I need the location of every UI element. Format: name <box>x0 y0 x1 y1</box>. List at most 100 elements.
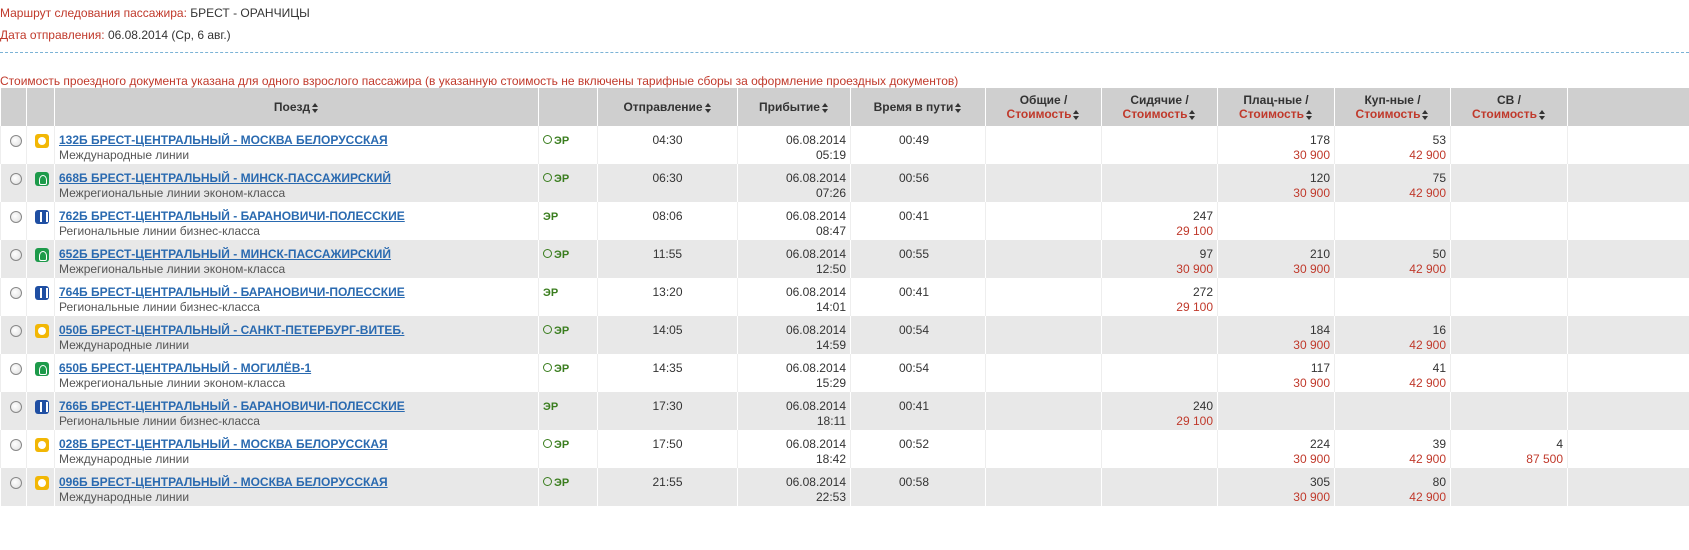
sort-icon[interactable] <box>821 102 829 114</box>
train-radio[interactable] <box>10 363 22 375</box>
departure-time: 08:06 <box>652 209 683 223</box>
train-link[interactable]: 028Б БРЕСТ-ЦЕНТРАЛЬНЫЙ - МОСКВА БЕЛОРУСС… <box>59 437 388 451</box>
arrival-time: 12:50 <box>815 262 846 276</box>
er-label: ЭР <box>554 135 570 147</box>
train-link[interactable]: 762Б БРЕСТ-ЦЕНТРАЛЬНЫЙ - БАРАНОВИЧИ-ПОЛЕ… <box>59 209 405 223</box>
header-departure[interactable]: Отправление <box>597 88 738 126</box>
seat-price: 30 900 <box>1293 490 1330 504</box>
train-radio[interactable] <box>10 287 22 299</box>
econ-train-icon <box>35 362 49 376</box>
departure-date-label: Дата отправления: <box>0 28 105 42</box>
seat-price: 42 900 <box>1409 490 1446 504</box>
cell-travel-time: 00:52 <box>850 430 986 468</box>
cell-select <box>0 392 27 430</box>
train-link[interactable]: 096Б БРЕСТ-ЦЕНТРАЛЬНЫЙ - МОСКВА БЕЛОРУСС… <box>59 475 388 489</box>
sort-icon[interactable] <box>1072 109 1080 121</box>
train-radio[interactable] <box>10 173 22 185</box>
intl-train-icon <box>35 324 49 338</box>
header-coupe[interactable]: Куп-ные / Стоимость <box>1334 88 1451 126</box>
table-row: 764Б БРЕСТ-ЦЕНТРАЛЬНЫЙ - БАРАНОВИЧИ-ПОЛЕ… <box>0 278 1689 316</box>
travel-time: 00:54 <box>899 323 930 337</box>
train-link[interactable]: 132Б БРЕСТ-ЦЕНТРАЛЬНЫЙ - МОСКВА БЕЛОРУСС… <box>59 133 388 147</box>
seats-count: 53 <box>1432 133 1446 147</box>
sort-icon[interactable] <box>1421 109 1429 121</box>
cell-train: 668Б БРЕСТ-ЦЕНТРАЛЬНЫЙ - МИНСК-ПАССАЖИРС… <box>54 164 539 202</box>
cell-platz: 305 30 900 <box>1217 468 1335 506</box>
sort-icon[interactable] <box>311 102 319 114</box>
header-arrival[interactable]: Прибытие <box>737 88 851 126</box>
train-link[interactable]: 766Б БРЕСТ-ЦЕНТРАЛЬНЫЙ - БАРАНОВИЧИ-ПОЛЕ… <box>59 399 405 413</box>
header-general[interactable]: Общие / Стоимость <box>985 88 1102 126</box>
travel-time: 00:56 <box>899 171 930 185</box>
cell-departure: 11:55 <box>597 240 738 278</box>
departure-time: 13:20 <box>652 285 683 299</box>
sort-icon[interactable] <box>1188 109 1196 121</box>
travel-time: 00:54 <box>899 361 930 375</box>
cell-arrival: 06.08.2014 15:29 <box>737 354 851 392</box>
cell-arrival: 06.08.2014 07:26 <box>737 164 851 202</box>
sort-icon[interactable] <box>704 102 712 114</box>
cell-seated: 240 29 100 <box>1101 392 1218 430</box>
header-general-label: Общие / <box>1019 93 1068 107</box>
cell-travel-time: 00:55 <box>850 240 986 278</box>
header-cost-label: Стоимость <box>1239 107 1304 121</box>
departure-time: 06:30 <box>652 171 683 185</box>
sort-icon[interactable] <box>1305 109 1313 121</box>
seat-price: 30 900 <box>1293 262 1330 276</box>
cell-train: 028Б БРЕСТ-ЦЕНТРАЛЬНЫЙ - МОСКВА БЕЛОРУСС… <box>54 430 539 468</box>
cell-extra <box>1567 392 1689 430</box>
cell-sv: 4 87 500 <box>1450 430 1568 468</box>
cell-icon <box>26 430 55 468</box>
cell-departure: 17:50 <box>597 430 738 468</box>
table-row: 652Б БРЕСТ-ЦЕНТРАЛЬНЫЙ - МИНСК-ПАССАЖИРС… <box>0 240 1689 278</box>
header-extra <box>1567 88 1689 126</box>
train-link[interactable]: 650Б БРЕСТ-ЦЕНТРАЛЬНЫЙ - МОГИЛЁВ-1 <box>59 361 311 375</box>
header-train[interactable]: Поезд <box>54 88 539 126</box>
cell-arrival: 06.08.2014 14:01 <box>737 278 851 316</box>
cell-icon <box>26 164 55 202</box>
train-radio[interactable] <box>10 477 22 489</box>
seats-count: 272 <box>1192 285 1213 299</box>
econ-train-icon <box>35 172 49 186</box>
cell-select <box>0 430 27 468</box>
arrival-date: 06.08.2014 <box>785 171 846 185</box>
header-sv[interactable]: СВ / Стоимость <box>1450 88 1568 126</box>
er-label: ЭР <box>554 439 570 451</box>
cell-departure: 14:05 <box>597 316 738 354</box>
train-radio[interactable] <box>10 401 22 413</box>
clock-icon <box>543 173 552 182</box>
train-link[interactable]: 764Б БРЕСТ-ЦЕНТРАЛЬНЫЙ - БАРАНОВИЧИ-ПОЛЕ… <box>59 285 405 299</box>
train-link[interactable]: 652Б БРЕСТ-ЦЕНТРАЛЬНЫЙ - МИНСК-ПАССАЖИРС… <box>59 247 391 261</box>
er-label: ЭР <box>554 249 570 261</box>
train-radio[interactable] <box>10 325 22 337</box>
clock-icon <box>543 249 552 258</box>
seats-count: 4 <box>1556 437 1563 451</box>
cell-platz <box>1217 202 1335 240</box>
er-label: ЭР <box>543 287 559 299</box>
cell-extra <box>1567 354 1689 392</box>
train-radio[interactable] <box>10 211 22 223</box>
clock-icon <box>543 325 552 334</box>
train-radio[interactable] <box>10 135 22 147</box>
biz-train-icon <box>35 400 49 414</box>
train-radio[interactable] <box>10 249 22 261</box>
header-seated[interactable]: Сидячие / Стоимость <box>1101 88 1218 126</box>
train-radio[interactable] <box>10 439 22 451</box>
seat-price: 42 900 <box>1409 338 1446 352</box>
seat-price: 42 900 <box>1409 148 1446 162</box>
sort-icon[interactable] <box>1538 109 1546 121</box>
sort-icon[interactable] <box>954 102 962 114</box>
seat-price: 42 900 <box>1409 186 1446 200</box>
cell-arrival: 06.08.2014 18:11 <box>737 392 851 430</box>
clock-icon <box>543 477 552 486</box>
cell-train: 764Б БРЕСТ-ЦЕНТРАЛЬНЫЙ - БАРАНОВИЧИ-ПОЛЕ… <box>54 278 539 316</box>
header-cost-label: Стоимость <box>1122 107 1188 121</box>
train-category: Межрегиональные линии эконом-класса <box>59 186 286 200</box>
cell-travel-time: 00:54 <box>850 316 986 354</box>
train-link[interactable]: 668Б БРЕСТ-ЦЕНТРАЛЬНЫЙ - МИНСК-ПАССАЖИРС… <box>59 171 391 185</box>
train-link[interactable]: 050Б БРЕСТ-ЦЕНТРАЛЬНЫЙ - САНКТ-ПЕТЕРБУРГ… <box>59 323 404 337</box>
cell-sv <box>1450 278 1568 316</box>
header-travel-time-label: Время в пути <box>873 100 954 114</box>
header-travel-time[interactable]: Время в пути <box>850 88 986 126</box>
header-platz[interactable]: Плац-ные / Стоимость <box>1217 88 1335 126</box>
